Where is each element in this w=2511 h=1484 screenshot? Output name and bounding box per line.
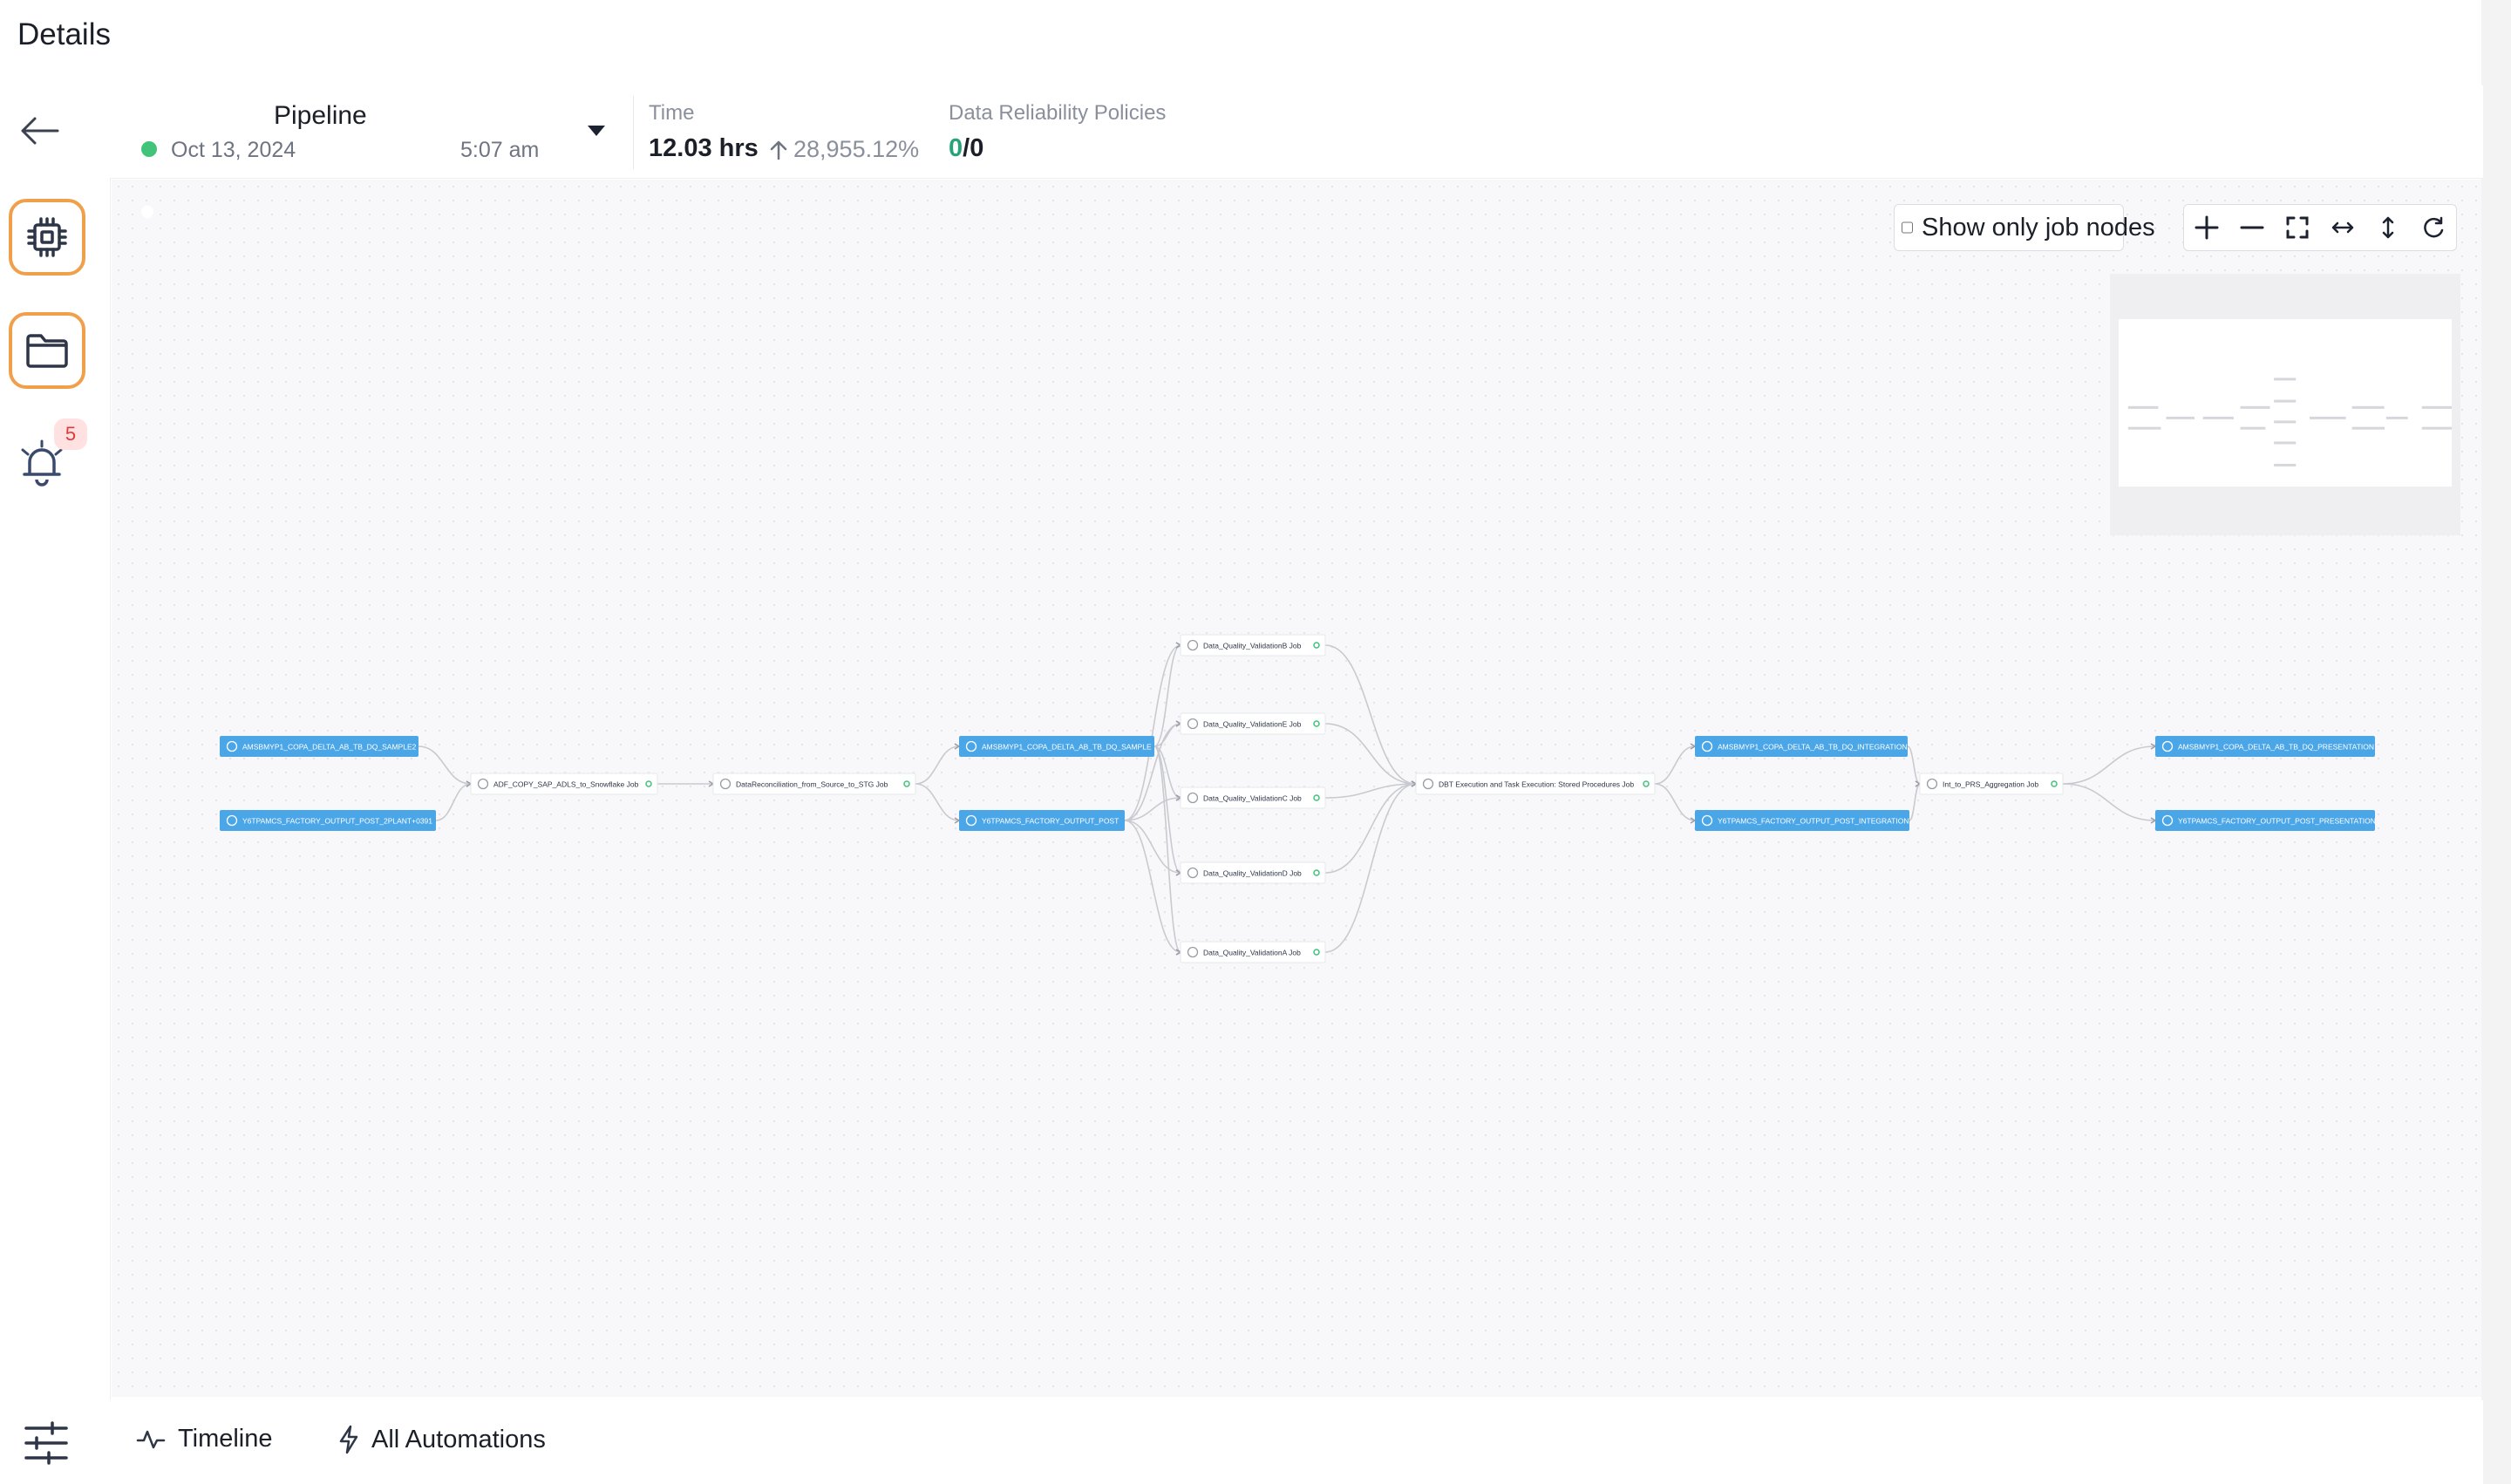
dataset-node[interactable]: Y6TPAMCS_FACTORY_OUTPUT_POST_INTEGRATION bbox=[1695, 810, 1909, 831]
tab-timeline[interactable]: Timeline bbox=[136, 1425, 273, 1453]
arrow-left-icon bbox=[21, 117, 59, 145]
job-node[interactable]: DBT Execution and Task Execution: Stored… bbox=[1415, 773, 1656, 795]
node-label: AMSBMYP1_COPA_DELTA_AB_TB_DQ_INTEGRATION bbox=[1718, 743, 1908, 752]
node-label: Y6TPAMCS_FACTORY_OUTPUT_POST_2PLANT+0391 bbox=[242, 817, 432, 826]
arrow-up-icon bbox=[770, 140, 787, 160]
tab-all-automations-label: All Automations bbox=[371, 1425, 546, 1453]
job-node[interactable]: DataReconciliation_from_Source_to_STG Jo… bbox=[712, 773, 916, 795]
alerts-count-badge: 5 bbox=[54, 419, 87, 450]
graph-edge bbox=[915, 783, 960, 821]
dataset-node[interactable]: AMSBMYP1_COPA_DELTA_AB_TB_DQ_PRESENTATIO… bbox=[2155, 736, 2375, 757]
run-date[interactable]: Oct 13, 2024 bbox=[171, 138, 296, 163]
run-time[interactable]: 5:07 am bbox=[460, 138, 539, 163]
node-label: Y6TPAMCS_FACTORY_OUTPUT_POST bbox=[982, 817, 1119, 826]
sliders-icon bbox=[24, 1421, 68, 1465]
node-label: Int_to_PRS_Aggregation Job bbox=[1943, 780, 2038, 789]
job-node[interactable]: Data_Quality_ValidationA Job bbox=[1180, 941, 1326, 963]
node-label: DataReconciliation_from_Source_to_STG Jo… bbox=[736, 780, 888, 789]
dataset-node[interactable]: Y6TPAMCS_FACTORY_OUTPUT_POST bbox=[959, 810, 1125, 831]
job-node[interactable]: Int_to_PRS_Aggregation Job bbox=[1919, 773, 2064, 795]
dataset-node[interactable]: Y6TPAMCS_FACTORY_OUTPUT_POST_PRESENTATIO… bbox=[2155, 810, 2376, 831]
graph-edge bbox=[435, 783, 472, 821]
back-button[interactable] bbox=[17, 113, 78, 157]
node-label: Data_Quality_ValidationD Job bbox=[1203, 869, 1302, 878]
node-label: AMSBMYP1_COPA_DELTA_AB_TB_DQ_SAMPLE bbox=[982, 743, 1152, 752]
time-change-value: 28,955.12% bbox=[793, 136, 920, 162]
graph-edge bbox=[1153, 745, 1181, 953]
graph-edge bbox=[1654, 745, 1696, 785]
sidebar bbox=[0, 85, 111, 1484]
tab-all-automations[interactable]: All Automations bbox=[338, 1425, 546, 1454]
run-summary-header: Pipeline Oct 13, 2024 5:07 am Time 12.03… bbox=[110, 85, 2483, 179]
sidebar-item-alerts[interactable]: 5 bbox=[17, 419, 87, 488]
pipeline-label: Pipeline bbox=[274, 101, 367, 130]
node-label: Data_Quality_ValidationC Job bbox=[1203, 794, 1302, 803]
node-label: ADF_COPY_SAP_ADLS_to_Snowflake Job bbox=[493, 780, 639, 789]
time-label: Time bbox=[649, 101, 695, 125]
lightning-icon bbox=[339, 1425, 358, 1454]
node-label: Data_Quality_ValidationB Job bbox=[1203, 642, 1302, 650]
node-label: Y6TPAMCS_FACTORY_OUTPUT_POST_INTEGRATION bbox=[1718, 817, 1909, 826]
dataset-node[interactable]: AMSBMYP1_COPA_DELTA_AB_TB_DQ_INTEGRATION bbox=[1695, 736, 1908, 757]
sidebar-item-compute[interactable] bbox=[9, 199, 85, 276]
dataset-node[interactable]: AMSBMYP1_COPA_DELTA_AB_TB_DQ_SAMPLE bbox=[959, 736, 1154, 757]
node-label: AMSBMYP1_COPA_DELTA_AB_TB_DQ_PRESENTATIO… bbox=[2178, 743, 2374, 752]
job-node[interactable]: Data_Quality_ValidationE Job bbox=[1180, 712, 1326, 735]
settings-button[interactable] bbox=[23, 1421, 70, 1468]
drp-value: 0/0 bbox=[949, 134, 983, 163]
node-label: AMSBMYP1_COPA_DELTA_AB_TB_DQ_SAMPLE2 bbox=[242, 743, 417, 752]
sidebar-item-folder[interactable] bbox=[9, 312, 85, 389]
tab-timeline-label: Timeline bbox=[178, 1425, 273, 1453]
graph-edge bbox=[1909, 783, 1921, 821]
graph-edge bbox=[1907, 745, 1921, 785]
graph-edge bbox=[1124, 820, 1181, 953]
graph-edge bbox=[2062, 745, 2156, 785]
graph-edge bbox=[418, 745, 472, 785]
node-label: Y6TPAMCS_FACTORY_OUTPUT_POST_PRESENTATIO… bbox=[2178, 817, 2376, 826]
drp-pass-count: 0 bbox=[949, 134, 963, 162]
page-title: Details bbox=[17, 17, 111, 51]
time-value: 12.03 hrs bbox=[649, 134, 759, 162]
job-node[interactable]: Data_Quality_ValidationD Job bbox=[1180, 861, 1326, 884]
bottom-bar: Timeline All Automations bbox=[110, 1400, 2483, 1484]
graph-edge bbox=[2062, 783, 2156, 821]
folder-icon bbox=[26, 334, 68, 368]
job-node[interactable]: Data_Quality_ValidationC Job bbox=[1180, 786, 1326, 809]
node-label: Data_Quality_ValidationA Job bbox=[1203, 949, 1301, 957]
node-label: Data_Quality_ValidationE Job bbox=[1203, 720, 1302, 729]
lineage-graph[interactable]: AMSBMYP1_COPA_DELTA_AB_TB_DQ_SAMPLE2 Y6TP… bbox=[112, 180, 2481, 1397]
dataset-node[interactable]: Y6TPAMCS_FACTORY_OUTPUT_POST_2PLANT+0391 bbox=[220, 810, 436, 831]
time-change: 28,955.12% bbox=[769, 136, 919, 163]
graph-edge bbox=[1324, 783, 1417, 953]
graph-edge bbox=[1654, 783, 1696, 821]
drp-label: Data Reliability Policies bbox=[949, 101, 1167, 125]
graph-edge bbox=[915, 745, 960, 785]
graph-edge bbox=[1124, 644, 1181, 821]
run-selector-dropdown-icon[interactable] bbox=[588, 126, 605, 136]
graph-edge bbox=[1324, 644, 1417, 785]
activity-pulse-icon bbox=[136, 1430, 166, 1448]
run-status-dot bbox=[141, 141, 157, 157]
cpu-chip-icon bbox=[27, 217, 67, 257]
header-divider bbox=[633, 96, 634, 169]
graph-edge-arrow bbox=[1915, 780, 1922, 787]
job-node[interactable]: ADF_COPY_SAP_ADLS_to_Snowflake Job bbox=[470, 773, 658, 795]
drp-total-count: /0 bbox=[963, 134, 984, 162]
lineage-canvas[interactable]: Show only job nodes AMSBMYP1_COPA_DELTA_… bbox=[112, 180, 2481, 1397]
page-scrollbar[interactable] bbox=[2481, 0, 2511, 1484]
graph-edge bbox=[1324, 723, 1417, 785]
job-node[interactable]: Data_Quality_ValidationB Job bbox=[1180, 634, 1326, 657]
dataset-node[interactable]: AMSBMYP1_COPA_DELTA_AB_TB_DQ_SAMPLE2 bbox=[220, 736, 418, 757]
graph-edge bbox=[1324, 783, 1417, 799]
node-label: DBT Execution and Task Execution: Stored… bbox=[1439, 780, 1634, 789]
